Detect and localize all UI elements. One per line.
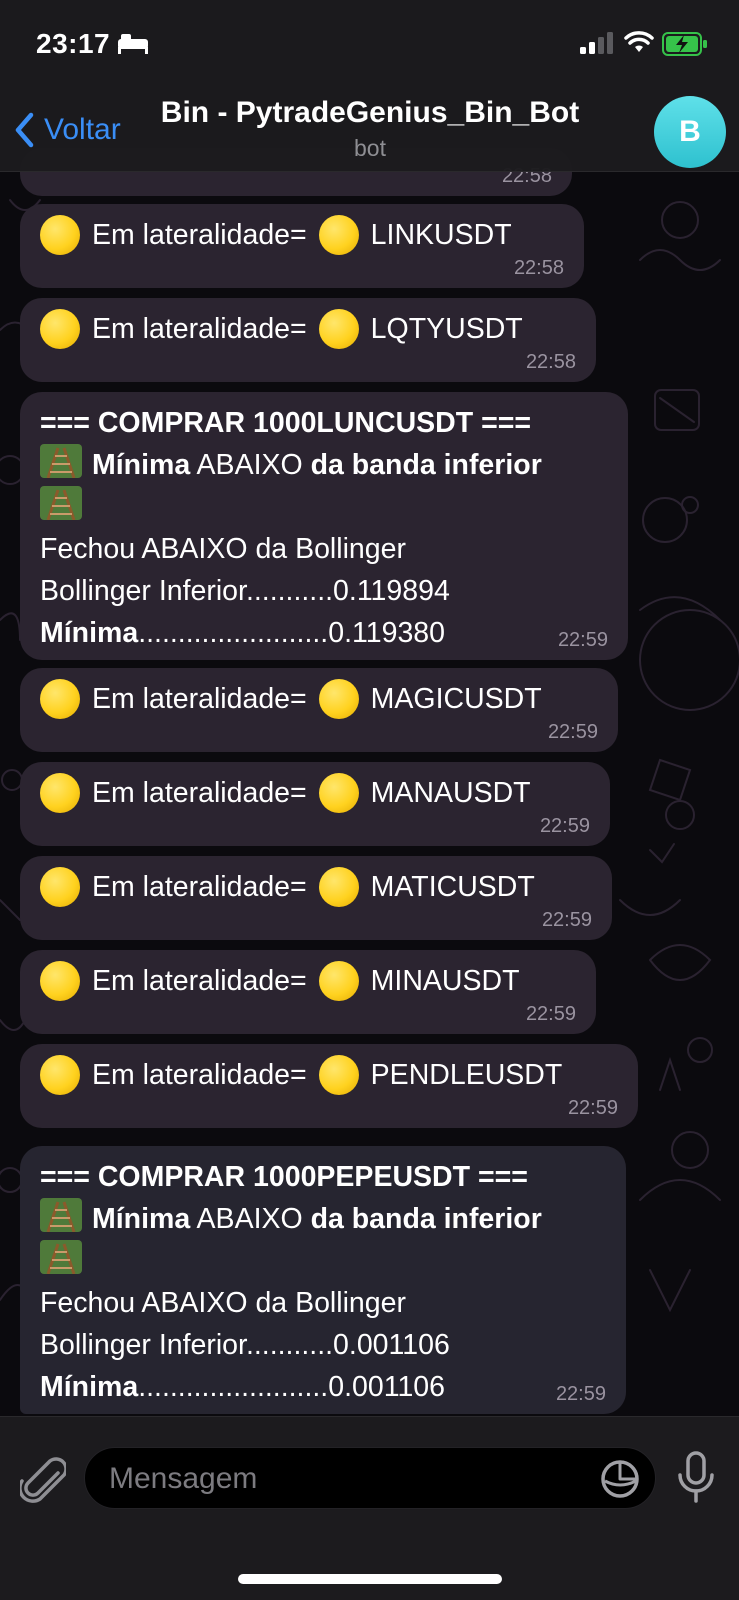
message-bubble[interactable]: Em lateralidade= MATICUSDT 22:59 [20,856,612,940]
microphone-icon[interactable] [676,1451,716,1505]
bollinger-value: 0.119894 [333,575,450,607]
avatar-letter: B [679,115,701,148]
yellow-circle-icon [40,309,80,349]
status-time: 23:17 [36,28,111,59]
symbol-text: LINKUSDT [370,219,512,251]
minima-label: Mínima [40,617,139,649]
chevron-left-icon [15,112,34,148]
bollinger-value: 0.001106 [333,1329,450,1361]
fechou-text: Fechou ABAIXO da Bollinger [40,1287,406,1319]
message-time: 22:59 [541,909,592,931]
yellow-circle-icon [318,961,359,1001]
composer-bar: Mensagem [0,1416,739,1600]
railway-icon [40,486,82,520]
abaixo-text: ABAIXO [196,1203,303,1235]
message-time: 22:58 [525,351,576,373]
message-bubble[interactable]: Em lateralidade= MINAUSDT 22:59 [20,950,596,1034]
railway-icon [40,1240,82,1274]
minima-value: 0.119380 [328,617,445,649]
minima-label: Mínima [40,1371,139,1403]
sticker-icon[interactable] [600,1459,640,1499]
message-time: 22:59 [557,629,608,651]
symbol-text: MAGICUSDT [370,683,542,715]
top-bar: 23:17 Voltar Bin - PytradeGenius_Bin_Bot… [0,0,739,172]
yellow-circle-icon [318,215,359,255]
attach-icon[interactable] [20,1455,66,1505]
home-indicator[interactable] [238,1574,502,1584]
yellow-circle-icon [40,679,80,719]
signal-title: === COMPRAR 1000PEPEUSDT === [40,1161,528,1193]
message-time: 22:58 [513,257,564,279]
yellow-circle-icon [40,215,80,255]
railway-icon [40,1198,82,1232]
battery-charging-icon [662,32,707,56]
message-text: Em lateralidade= [92,313,307,345]
chat-title[interactable]: Bin - PytradeGenius_Bin_Bot [150,96,590,130]
banda-text: da banda inferior [310,449,542,481]
buy-signal-message[interactable]: === COMPRAR 1000LUNCUSDT === Mínima ABAI… [20,392,628,660]
bollinger-label: Bollinger Inferior........... [40,575,334,607]
bollinger-label: Bollinger Inferior........... [40,1329,334,1361]
banda-text: da banda inferior [310,1203,542,1235]
symbol-text: MINAUSDT [370,965,520,997]
bed-icon [118,34,148,54]
yellow-circle-icon [318,309,359,349]
message-text: Em lateralidade= [92,965,307,997]
abaixo-text: ABAIXO [196,449,303,481]
railway-icon [40,444,82,478]
yellow-circle-icon [318,867,359,907]
message-bubble[interactable]: Em lateralidade= MAGICUSDT 22:59 [20,668,618,752]
message-placeholder: Mensagem [109,1462,258,1495]
symbol-text: MATICUSDT [370,871,535,903]
message-text: Em lateralidade= [92,683,307,715]
message-bubble[interactable]: Em lateralidade= MANAUSDT 22:59 [20,762,610,846]
symbol-text: LQTYUSDT [370,313,523,345]
minima-dots: ........................ [138,1371,329,1403]
yellow-circle-icon [40,867,80,907]
back-label: Voltar [44,113,121,146]
minima-label: Mínima [92,449,191,481]
message-bubble[interactable]: Em lateralidade= LINKUSDT 22:58 [20,204,584,288]
yellow-circle-icon [40,773,80,813]
message-text: Em lateralidade= [92,1059,307,1091]
message-time: 22:59 [555,1383,606,1405]
minima-value: 0.001106 [328,1371,445,1403]
minima-label: Mínima [92,1203,191,1235]
symbol-text: PENDLEUSDT [370,1059,563,1091]
minima-dots: ........................ [138,617,329,649]
fechou-text: Fechou ABAIXO da Bollinger [40,533,406,565]
message-time: 22:59 [525,1003,576,1025]
yellow-circle-icon [40,961,80,1001]
message-list[interactable]: 22:58 Em lateralidade= LINKUSDT 22:58 Em… [0,0,739,1600]
buy-signal-message[interactable]: === COMPRAR 1000PEPEUSDT === Mínima ABAI… [20,1146,626,1414]
yellow-circle-icon [318,773,359,813]
signal-title: === COMPRAR 1000LUNCUSDT === [40,407,531,439]
yellow-circle-icon [40,1055,80,1095]
wifi-icon [624,31,654,52]
message-text: Em lateralidade= [92,777,307,809]
message-input[interactable]: Mensagem [84,1447,656,1509]
message-time: 22:59 [539,815,590,837]
symbol-text: MANAUSDT [370,777,531,809]
message-bubble[interactable]: Em lateralidade= LQTYUSDT 22:58 [20,298,596,382]
back-button[interactable]: Voltar [14,108,121,152]
message-bubble[interactable]: Em lateralidade= PENDLEUSDT 22:59 [20,1044,638,1128]
yellow-circle-icon [318,679,359,719]
message-time: 22:59 [567,1097,618,1119]
message-text: Em lateralidade= [92,219,307,251]
signal-icon [580,32,613,54]
chat-subtitle: bot [354,135,386,161]
message-text: Em lateralidade= [92,871,307,903]
yellow-circle-icon [318,1055,359,1095]
message-time: 22:59 [547,721,598,743]
avatar[interactable]: B [654,96,726,168]
